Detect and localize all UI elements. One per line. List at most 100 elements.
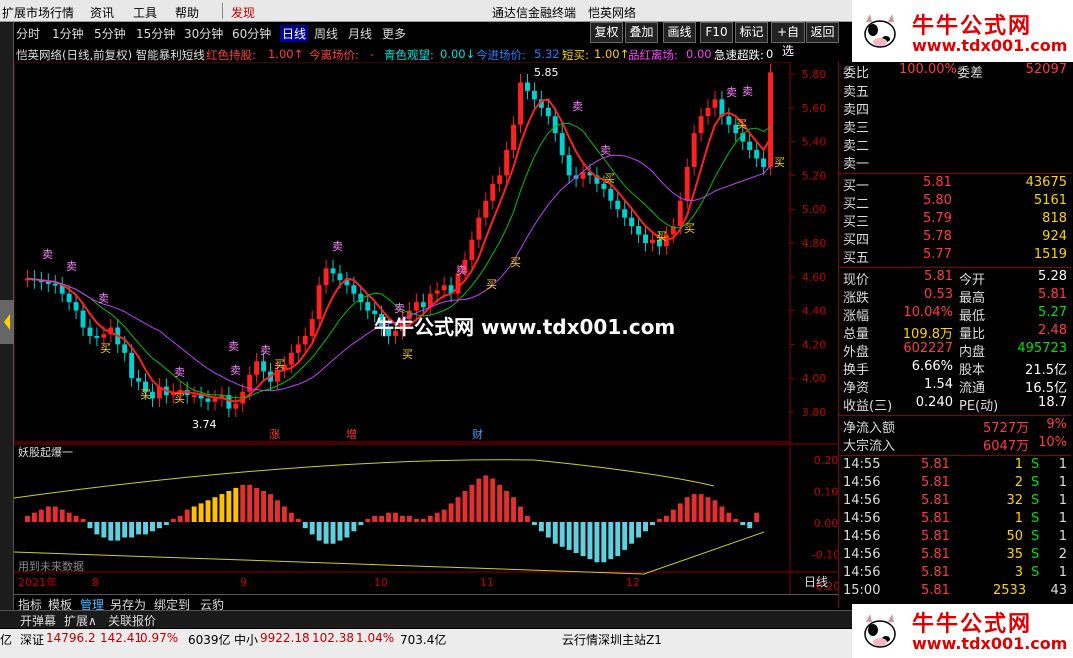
histogram-bar: [587, 522, 593, 560]
tick-time: 14:55: [843, 457, 881, 472]
bid-row[interactable]: 买二 5.80 5161: [843, 193, 1071, 212]
overlay-button[interactable]: 叠加: [625, 22, 658, 43]
sell-signal: 卖: [332, 240, 343, 253]
stat-label: 净资: [843, 381, 870, 396]
histogram-bar: [663, 515, 669, 522]
buy-signal: 买: [656, 230, 667, 243]
candle-body: [52, 283, 58, 286]
histogram-bar: [698, 494, 704, 522]
event-marker[interactable]: 财: [472, 427, 483, 441]
histogram-bar: [212, 497, 218, 522]
menu-news[interactable]: 资讯: [90, 4, 114, 21]
ask-row: 卖三: [843, 117, 1071, 136]
stat-label-2: 今开: [959, 273, 986, 288]
sub-histogram: [25, 475, 760, 563]
stat-value: 109.8万: [902, 327, 953, 342]
period-5min[interactable]: 5分钟: [94, 25, 126, 42]
bid-row[interactable]: 买一 5.81 43675: [843, 175, 1071, 194]
draw-button[interactable]: 画线: [663, 22, 696, 43]
histogram-bar: [504, 491, 510, 522]
ask-label: 卖二: [843, 139, 870, 154]
histogram-bar: [580, 522, 586, 557]
tick-price: 5.81: [921, 565, 950, 580]
event-marker[interactable]: 增: [346, 427, 357, 441]
f10-button[interactable]: F10: [700, 22, 733, 43]
expand-left-handle[interactable]: [0, 300, 14, 344]
tick-row: 14:56 5.81 32 S 1: [843, 493, 1071, 511]
period-60min[interactable]: 60分钟: [232, 25, 271, 42]
histogram-bar: [281, 506, 287, 522]
histogram-bar: [754, 512, 760, 522]
tick-count: 1: [1058, 565, 1067, 580]
tick-time: 14:56: [843, 493, 881, 508]
indicator-entry-value: 5.32: [534, 47, 560, 61]
tab-expand[interactable]: 扩展∧: [64, 612, 97, 629]
status-item: 142.41: [100, 631, 142, 645]
histogram-bar: [441, 509, 447, 522]
bid-row[interactable]: 买三 5.79 818: [843, 211, 1071, 230]
tick-side: S: [1031, 511, 1040, 526]
histogram-bar: [365, 518, 371, 522]
sell-signal: 卖: [228, 340, 239, 353]
bid-label: 买二: [843, 197, 870, 212]
histogram-bar: [420, 518, 426, 522]
menu-market[interactable]: 扩展市场行情: [2, 4, 74, 21]
stat-row: 收益(三) 0.240 PE(动) 18.7: [843, 395, 1071, 414]
candle-body: [483, 200, 489, 218]
back-button[interactable]: 返回: [806, 22, 839, 43]
cow-logo-icon: [864, 614, 896, 648]
histogram-bar: [261, 491, 267, 522]
histogram-bar: [656, 518, 662, 522]
add-favorite-button[interactable]: +自选: [771, 22, 805, 58]
order-diff-value: 52097: [1025, 62, 1067, 77]
histogram-bar: [740, 522, 746, 526]
broker-title: 通达信金融终端: [492, 6, 577, 20]
candle-body: [726, 116, 732, 125]
period-15min[interactable]: 15分钟: [136, 25, 175, 42]
histogram-bar: [205, 500, 211, 522]
candle-body: [643, 234, 648, 243]
bid-row[interactable]: 买五 5.77 1519: [843, 247, 1071, 266]
candle-body: [559, 133, 565, 156]
period-1min[interactable]: 1分钟: [52, 25, 84, 42]
histogram-bar: [31, 512, 37, 522]
status-item: 深证: [20, 633, 45, 647]
sell-signal: 卖: [42, 248, 53, 261]
histogram-bar: [143, 522, 148, 535]
candle-body: [94, 335, 100, 338]
menu-tools[interactable]: 工具: [133, 4, 157, 21]
mark-button[interactable]: 标记: [735, 22, 768, 43]
status-item: 9922.18: [260, 631, 310, 645]
candle-body: [365, 302, 371, 311]
period-monthly[interactable]: 月线: [348, 25, 372, 42]
event-marker[interactable]: 涨: [269, 428, 280, 441]
histogram-bar: [386, 512, 392, 522]
bid-price: 5.81: [923, 175, 952, 190]
bid-row[interactable]: 买四 5.78 924: [843, 229, 1071, 248]
indicator-magenta-value: 0.00: [686, 47, 712, 61]
stat-value-2: 16.5亿: [1025, 381, 1067, 396]
sub-upper-line: [14, 459, 715, 499]
period-daily[interactable]: 日线: [280, 25, 309, 42]
bid-price: 5.79: [923, 211, 952, 226]
period-weekly[interactable]: 周线: [314, 25, 338, 42]
menu-discover[interactable]: 发现: [231, 4, 255, 21]
stat-value: 10.04%: [903, 305, 953, 320]
tab-linked-quote[interactable]: 关联报价: [108, 612, 156, 629]
price-axis-label: 4.40: [802, 305, 827, 318]
period-more[interactable]: 更多: [382, 25, 406, 42]
tab-danmaku[interactable]: 开弹幕: [20, 612, 56, 629]
kline-chart[interactable]: 5.80 5.60 5.40 5.20 5.00 4.80 4.60 4.40 4.20 4.00…: [14, 62, 838, 594]
adjust-button[interactable]: 复权: [590, 22, 623, 43]
tick-row: 14:56 5.81 1 S 1: [843, 511, 1071, 529]
period-30min[interactable]: 30分钟: [184, 25, 223, 42]
candle-body: [87, 327, 93, 336]
histogram-bar: [545, 522, 551, 538]
stat-row: 换手 6.66% 股本 21.5亿: [843, 359, 1071, 378]
candle-body: [511, 124, 517, 151]
menu-help[interactable]: 帮助: [175, 4, 199, 21]
period-tick[interactable]: 分时: [16, 25, 40, 42]
histogram-bar: [455, 497, 461, 522]
candle-body: [413, 302, 419, 311]
tick-row: 14:56 5.81 3 S 1: [843, 565, 1071, 583]
